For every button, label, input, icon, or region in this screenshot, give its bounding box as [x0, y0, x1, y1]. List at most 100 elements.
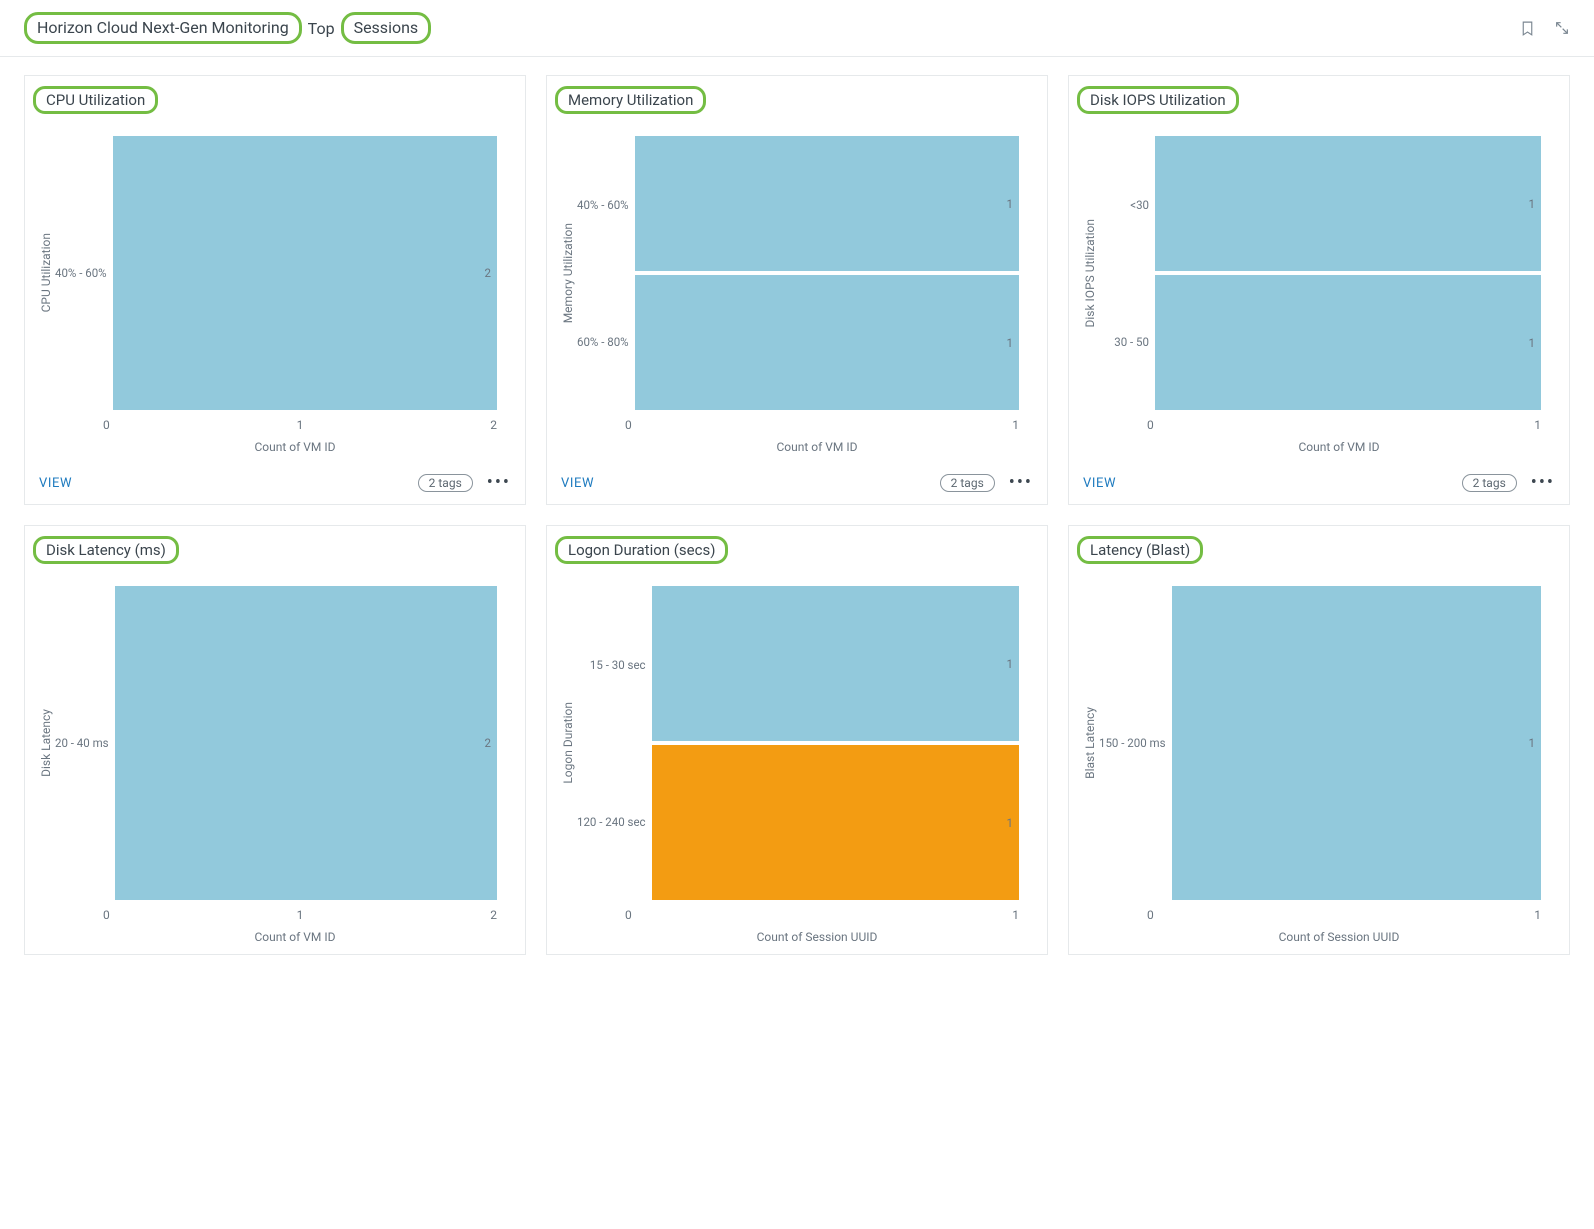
x-tick-labels: 01 [625, 418, 1019, 432]
plot: 11 [1155, 136, 1557, 410]
bar-value-label: 1 [1529, 197, 1535, 211]
panel-cpu: CPU UtilizationCPU Utilization40% - 60%2… [24, 75, 526, 505]
y-axis-label: Disk Latency [37, 705, 55, 781]
y-axis-label: Blast Latency [1081, 703, 1099, 783]
more-menu-icon[interactable]: ••• [1009, 474, 1033, 492]
bar[interactable]: 1 [652, 586, 1019, 741]
more-menu-icon[interactable]: ••• [487, 474, 511, 492]
plot: 11 [635, 136, 1035, 410]
bar-value-label: 1 [1007, 197, 1013, 211]
bar-value-label: 1 [1007, 816, 1013, 830]
bar[interactable]: 1 [652, 745, 1019, 900]
panel-logon: Logon Duration (secs)Logon Duration15 - … [546, 525, 1048, 955]
panel-dlat: Disk Latency (ms) Disk Latency20 - 40 ms 2… [24, 525, 526, 955]
chart-area: Logon Duration15 - 30 sec120 - 240 sec11 [547, 568, 1047, 904]
x-axis-label: Count of VM ID [1069, 434, 1569, 464]
x-axis-label: Count of VM ID [25, 924, 525, 954]
view-button[interactable]: VIEW [1083, 476, 1116, 491]
x-tick-labels: 01 [1147, 908, 1541, 922]
bar[interactable]: 2 [113, 136, 497, 410]
breadcrumb-root[interactable]: Horizon Cloud Next-Gen Monitoring [24, 12, 302, 44]
breadcrumb: Horizon Cloud Next-Gen Monitoring Top Se… [24, 12, 431, 44]
panel-title: Disk IOPS Utilization [1077, 86, 1239, 114]
x-tick-label: 1 [1012, 418, 1019, 432]
bar[interactable]: 1 [1155, 275, 1541, 410]
y-axis-label: Disk IOPS Utilization [1081, 215, 1099, 332]
y-axis-label: CPU Utilization [37, 229, 55, 316]
y-tick-label: 60% - 80% [577, 335, 629, 349]
x-tick-labels: 0 1 2 [103, 418, 497, 432]
view-button[interactable]: VIEW [561, 476, 594, 491]
y-tick-label: <30 [1099, 198, 1149, 212]
x-tick-labels: 01 [1147, 418, 1541, 432]
tags-pill[interactable]: 2 tags [418, 474, 473, 492]
panel-footer: VIEW 2 tags ••• [25, 464, 525, 504]
x-tick-label: 2 [490, 418, 497, 432]
x-axis: 01 [547, 904, 1047, 924]
y-tick-label: 120 - 240 sec [577, 815, 646, 829]
x-tick-label: 2 [490, 908, 497, 922]
bar-value-label: 2 [485, 736, 491, 750]
x-tick-label: 0 [1147, 418, 1154, 432]
bar[interactable]: 1 [635, 275, 1019, 410]
y-tick-labels: 150 - 200 ms [1099, 586, 1172, 900]
y-tick-labels: <30 30 - 50 [1099, 136, 1155, 410]
plot: 1 [1172, 586, 1557, 900]
bar-row: 1 [1155, 136, 1541, 271]
view-button[interactable]: VIEW [39, 476, 72, 491]
panel-blast: Latency (Blast) Blast Latency150 - 200 ms… [1068, 525, 1570, 955]
chart-area: CPU Utilization40% - 60%2 [25, 118, 525, 414]
bookmark-icon[interactable] [1519, 20, 1536, 37]
y-tick-labels: 40% - 60% 60% - 80% [577, 136, 635, 410]
x-tick-label: 1 [297, 908, 304, 922]
x-axis-label: Count of VM ID [25, 434, 525, 464]
y-tick-label: 150 - 200 ms [1099, 736, 1166, 750]
panel-title: Disk Latency (ms) [33, 536, 179, 564]
bar-row: 1 [635, 136, 1019, 271]
y-tick-label: 20 - 40 ms [55, 736, 109, 750]
x-axis-label: Count of Session UUID [547, 924, 1047, 954]
x-tick-label: 1 [297, 418, 304, 432]
tags-pill[interactable]: 2 tags [940, 474, 995, 492]
chart-area: Disk Latency20 - 40 ms 2 [25, 568, 525, 904]
panel-footer: VIEW 2 tags ••• [1069, 464, 1569, 504]
panel-title: CPU Utilization [33, 86, 158, 114]
x-tick-label: 0 [625, 418, 632, 432]
bar-value-label: 1 [1007, 336, 1013, 350]
y-axis-label: Memory Utilization [559, 219, 577, 327]
breadcrumb-current[interactable]: Sessions [341, 12, 432, 44]
bar-value-label: 1 [1007, 657, 1013, 671]
panel-title: Latency (Blast) [1077, 536, 1203, 564]
bar[interactable]: 1 [1172, 586, 1541, 900]
bar-row: 2 [115, 586, 497, 900]
expand-icon[interactable] [1554, 20, 1570, 37]
dashboard-grid: CPU UtilizationCPU Utilization40% - 60%2… [0, 57, 1594, 973]
panel-mem: Memory UtilizationMemory Utilization40% … [546, 75, 1048, 505]
tags-pill[interactable]: 2 tags [1462, 474, 1517, 492]
bar[interactable]: 1 [635, 136, 1019, 271]
y-tick-label: 15 - 30 sec [577, 658, 646, 672]
breadcrumb-separator: Top [308, 19, 335, 38]
y-tick-labels: 20 - 40 ms [55, 586, 115, 900]
chart-area: Memory Utilization40% - 60%60% - 80%11 [547, 118, 1047, 414]
panel-iops: Disk IOPS Utilization Disk IOPS Utilizati… [1068, 75, 1570, 505]
x-tick-label: 0 [103, 418, 110, 432]
page-header: Horizon Cloud Next-Gen Monitoring Top Se… [0, 0, 1594, 57]
y-tick-labels: 15 - 30 sec 120 - 240 sec [577, 586, 652, 900]
more-menu-icon[interactable]: ••• [1531, 474, 1555, 492]
chart-area: Disk IOPS Utilization<3030 - 5011 [1069, 118, 1569, 414]
bar-row: 1 [635, 275, 1019, 410]
header-actions [1519, 20, 1570, 37]
panel-footer-right: 2 tags ••• [418, 474, 511, 492]
y-tick-label: 40% - 60% [577, 198, 629, 212]
bar[interactable]: 2 [115, 586, 497, 900]
bar[interactable]: 1 [1155, 136, 1541, 271]
plot: 11 [652, 586, 1035, 900]
panel-footer-right: 2 tags ••• [940, 474, 1033, 492]
x-tick-labels: 012 [103, 908, 497, 922]
y-axis-label: Logon Duration [559, 698, 577, 788]
x-tick-label: 1 [1534, 418, 1541, 432]
x-tick-label: 0 [625, 908, 632, 922]
x-tick-labels: 01 [625, 908, 1019, 922]
y-tick-label: 30 - 50 [1099, 335, 1149, 349]
